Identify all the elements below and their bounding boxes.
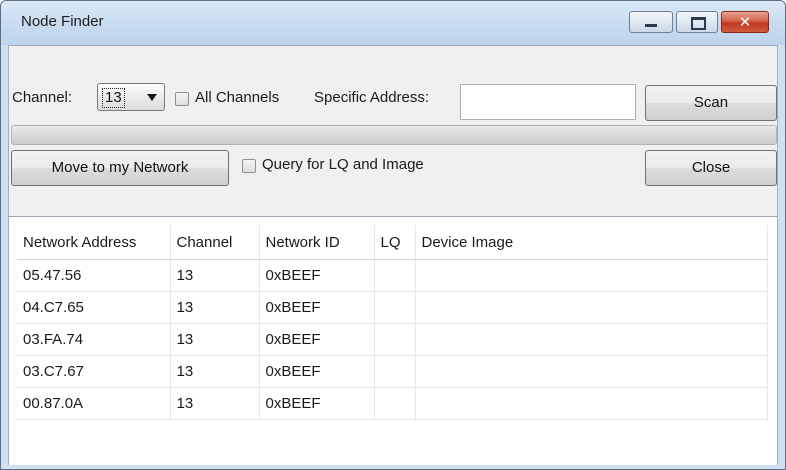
maximize-button[interactable]	[676, 11, 718, 33]
cell-network-id: 0xBEEF	[259, 355, 375, 388]
dialog-body: Channel: 13 All Channels Specific Addres…	[8, 45, 778, 465]
cell-lq	[374, 387, 416, 420]
node-list-grid[interactable]: Network Address Channel Network ID LQ De…	[9, 216, 777, 465]
close-button[interactable]: Close	[645, 150, 777, 186]
table-row[interactable]: 05.47.56 13 0xBEEF	[17, 259, 768, 292]
cell-device-image	[415, 323, 768, 356]
cell-network-address: 05.47.56	[17, 259, 171, 292]
cell-lq	[374, 355, 416, 388]
channel-label: Channel:	[12, 89, 73, 106]
cell-network-address: 00.87.0A	[17, 387, 171, 420]
maximize-icon	[691, 17, 706, 30]
minimize-button[interactable]	[629, 11, 673, 33]
node-table: Network Address Channel Network ID LQ De…	[17, 225, 768, 420]
cell-channel: 13	[170, 387, 260, 420]
close-window-button[interactable]: ✕	[721, 11, 769, 33]
table-header-row: Network Address Channel Network ID LQ De…	[17, 225, 768, 260]
cell-network-address: 03.C7.67	[17, 355, 171, 388]
channel-value: 13	[102, 88, 125, 108]
specific-address-label: Specific Address:	[314, 89, 430, 106]
all-channels-checkbox[interactable]	[175, 92, 189, 106]
cell-network-id: 0xBEEF	[259, 291, 375, 324]
cell-network-address: 04.C7.65	[17, 291, 171, 324]
column-header[interactable]: LQ	[374, 225, 416, 260]
all-channels-label: All Channels	[195, 89, 280, 106]
column-header[interactable]: Channel	[170, 225, 260, 260]
cell-lq	[374, 291, 416, 324]
table-row[interactable]: 03.C7.67 13 0xBEEF	[17, 355, 768, 388]
column-header[interactable]: Device Image	[415, 225, 768, 260]
move-to-network-button[interactable]: Move to my Network	[11, 150, 229, 186]
chevron-down-icon	[147, 94, 157, 101]
cell-device-image	[415, 259, 768, 292]
cell-channel: 13	[170, 259, 260, 292]
cell-network-address: 03.FA.74	[17, 323, 171, 356]
scan-button[interactable]: Scan	[645, 85, 777, 121]
cell-network-id: 0xBEEF	[259, 387, 375, 420]
window-title: Node Finder	[21, 13, 104, 30]
cell-channel: 13	[170, 355, 260, 388]
cell-device-image	[415, 387, 768, 420]
table-row[interactable]: 04.C7.65 13 0xBEEF	[17, 291, 768, 324]
node-finder-window: Node Finder ✕ Channel: 13 All Channels S…	[0, 0, 786, 470]
cell-lq	[374, 323, 416, 356]
cell-network-id: 0xBEEF	[259, 323, 375, 356]
cell-channel: 13	[170, 323, 260, 356]
close-icon: ✕	[738, 13, 752, 31]
cell-lq	[374, 259, 416, 292]
specific-address-input[interactable]	[460, 84, 636, 120]
cell-channel: 13	[170, 291, 260, 324]
table-row[interactable]: 03.FA.74 13 0xBEEF	[17, 323, 768, 356]
cell-network-id: 0xBEEF	[259, 259, 375, 292]
column-header[interactable]: Network Address	[17, 225, 171, 260]
query-lq-image-label: Query for LQ and Image	[262, 156, 424, 173]
title-bar[interactable]: Node Finder ✕	[1, 1, 785, 45]
channel-dropdown[interactable]: 13	[97, 83, 165, 111]
query-lq-image-checkbox[interactable]	[242, 159, 256, 173]
scan-progress-bar	[11, 125, 777, 145]
cell-device-image	[415, 291, 768, 324]
table-row[interactable]: 00.87.0A 13 0xBEEF	[17, 387, 768, 420]
minimize-icon	[645, 24, 657, 27]
column-header[interactable]: Network ID	[259, 225, 375, 260]
cell-device-image	[415, 355, 768, 388]
